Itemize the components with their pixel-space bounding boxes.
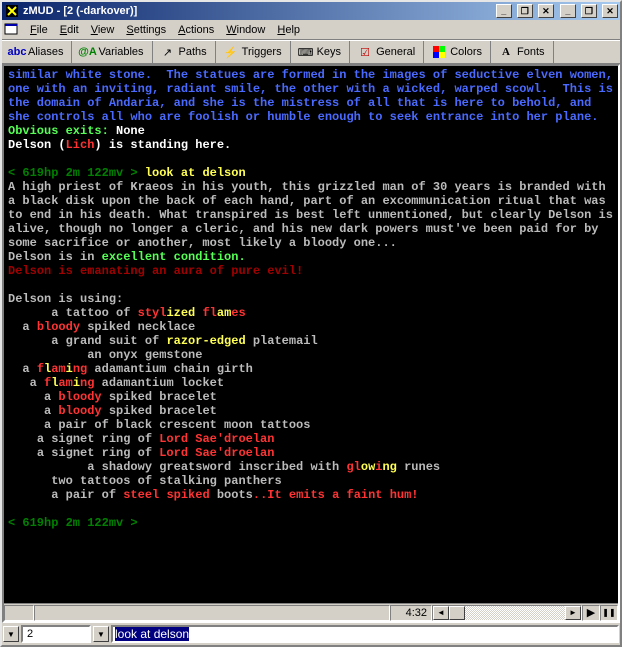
pause-button[interactable]: ❚❚ [600,605,618,621]
history-dropdown-button[interactable]: ▼ [93,626,109,642]
mdi-minimize-button[interactable]: _ [496,4,512,18]
command-input[interactable]: look at delson [111,625,619,643]
window-buttons: _ ❐ ✕ [558,4,618,18]
app-icon [4,3,20,19]
status-cell-1 [4,605,34,621]
session-number-field[interactable]: 2 [21,625,91,643]
status-cell-main [34,605,390,621]
status-time: 4:32 [390,605,432,621]
input-dropdown-button[interactable]: ▼ [3,626,19,642]
window-title: zMUD - [2 (-darkover)] [23,5,494,17]
horizontal-scrollbar[interactable]: ◄ ► [432,605,582,621]
menu-settings[interactable]: Settings [120,22,172,38]
menu-help[interactable]: Help [271,22,306,38]
mdi-close-button[interactable]: ✕ [538,4,554,18]
scroll-track[interactable] [465,606,565,620]
mdi-system-icon[interactable] [4,22,20,38]
toolbar: abcAliases @AVariables ↗Paths ⚡Triggers … [2,40,620,64]
paths-icon: ↗ [161,45,175,59]
terminal-container: similar white stone. The statues are for… [2,64,620,623]
input-bar: ▼ 2 ▼ look at delson [2,623,620,645]
scroll-thumb[interactable] [449,606,465,620]
general-icon: ☑ [358,45,372,59]
menu-edit[interactable]: Edit [54,22,85,38]
app-window: zMUD - [2 (-darkover)] _ ❐ ✕ _ ❐ ✕ File … [0,0,622,647]
menu-window[interactable]: Window [220,22,271,38]
variables-icon: @A [80,45,94,59]
colors-icon [432,45,446,59]
scroll-left-button[interactable]: ◄ [433,606,449,620]
toolbar-keys[interactable]: ⌨Keys [291,41,350,63]
toolbar-variables[interactable]: @AVariables [72,41,152,63]
close-button[interactable]: ✕ [602,4,618,18]
fonts-icon: A [499,45,513,59]
window-buttons-mdi: _ ❐ ✕ [494,4,554,18]
maximize-button[interactable]: ❐ [581,4,597,18]
menubar: File Edit View Settings Actions Window H… [2,20,620,40]
command-input-text: look at delson [115,627,189,641]
toolbar-general[interactable]: ☑General [350,41,424,63]
menu-file[interactable]: File [24,22,54,38]
titlebar: zMUD - [2 (-darkover)] _ ❐ ✕ _ ❐ ✕ [2,2,620,20]
scroll-right-button[interactable]: ► [565,606,581,620]
terminal-output: similar white stone. The statues are for… [4,66,618,603]
play-button[interactable]: ▶ [582,605,600,621]
triggers-icon: ⚡ [224,45,238,59]
toolbar-paths[interactable]: ↗Paths [153,41,216,63]
statusbar: 4:32 ◄ ► ▶ ❚❚ [4,603,618,621]
toolbar-colors[interactable]: Colors [424,41,491,63]
toolbar-aliases[interactable]: abcAliases [2,41,72,63]
mdi-maximize-button[interactable]: ❐ [517,4,533,18]
menu-view[interactable]: View [85,22,121,38]
minimize-button[interactable]: _ [560,4,576,18]
toolbar-triggers[interactable]: ⚡Triggers [216,41,291,63]
menu-actions[interactable]: Actions [172,22,220,38]
toolbar-fonts[interactable]: AFonts [491,41,554,63]
aliases-icon: abc [10,45,24,59]
keys-icon: ⌨ [299,45,313,59]
